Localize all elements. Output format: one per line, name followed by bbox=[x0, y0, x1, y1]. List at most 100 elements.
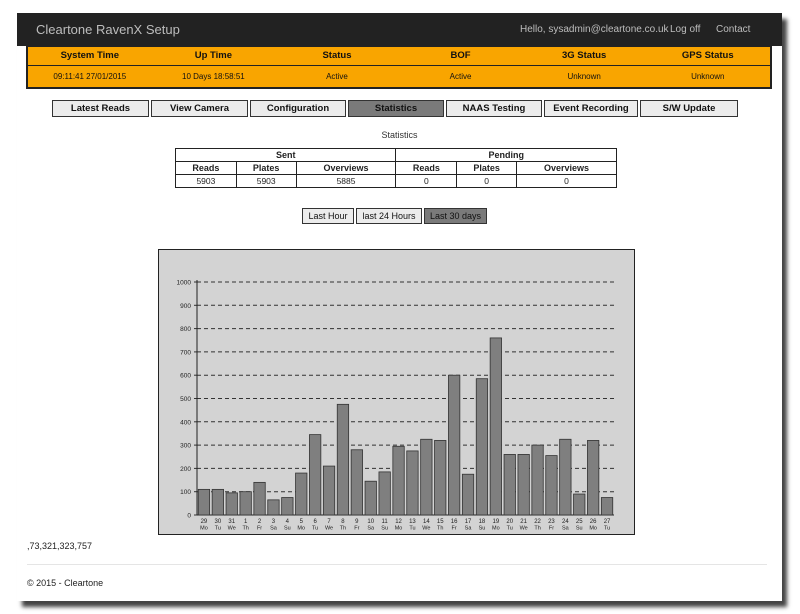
status-value-cell: Unknown bbox=[691, 72, 725, 81]
x-tick-weekday: Sa bbox=[270, 526, 278, 532]
status-value-cell: 09:11:41 27/01/2015 bbox=[53, 72, 127, 81]
x-tick-day: 18 bbox=[479, 519, 486, 525]
tab-configuration[interactable]: Configuration bbox=[250, 100, 346, 117]
y-tick-label: 800 bbox=[180, 326, 191, 333]
x-tick-weekday: Sa bbox=[465, 526, 473, 532]
x-tick-day: 24 bbox=[562, 519, 569, 525]
x-tick-day: 12 bbox=[395, 519, 402, 525]
status-header-cell: 3G Status bbox=[561, 50, 607, 61]
chart-svg: 0100200300400500600700800900100029Mo30Tu… bbox=[159, 250, 634, 534]
chart-bar bbox=[517, 454, 530, 516]
contact-link[interactable]: Contact bbox=[716, 24, 750, 35]
chart-bar bbox=[309, 434, 322, 516]
x-tick-weekday: Th bbox=[534, 526, 540, 532]
y-tick-label: 400 bbox=[180, 419, 191, 426]
copyright-text: © 2015 - Cleartone bbox=[27, 578, 104, 588]
tab-naas-testing[interactable]: NAAS Testing bbox=[446, 100, 542, 117]
reads-chart: 0 100 200 300 400 500 600 700 800 900 1000 29 Mo 30 Tu… bbox=[158, 249, 635, 535]
x-tick-weekday: Tu bbox=[409, 526, 415, 532]
chart-bar bbox=[406, 450, 419, 516]
range-button-last-30-days[interactable]: Last 30 days bbox=[424, 208, 487, 224]
chart-bar bbox=[378, 471, 391, 516]
stats-column-header: Plates bbox=[235, 161, 297, 175]
x-tick-day: 30 bbox=[215, 519, 222, 525]
stats-column-header: Reads bbox=[175, 161, 237, 175]
x-tick-weekday: We bbox=[422, 526, 430, 532]
chart-bar bbox=[322, 465, 336, 516]
chart-data-text: ,73,321,323,757 bbox=[27, 541, 93, 551]
x-tick-day: 15 bbox=[437, 519, 444, 525]
x-tick-weekday: Su bbox=[576, 526, 583, 532]
x-tick-weekday: Fr bbox=[549, 526, 554, 532]
x-tick-day: 27 bbox=[604, 519, 611, 525]
chart-bar bbox=[587, 440, 600, 516]
status-value-cell: 10 Days 18:58:51 bbox=[182, 72, 245, 81]
x-tick-day: 16 bbox=[451, 519, 458, 525]
range-button-last-24-hours[interactable]: last 24 Hours bbox=[356, 208, 422, 224]
range-button-last-hour[interactable]: Last Hour bbox=[302, 208, 354, 224]
y-tick-label: 300 bbox=[180, 443, 191, 450]
stats-value-cell: 5903 bbox=[175, 174, 237, 188]
tab-statistics[interactable]: Statistics bbox=[348, 100, 444, 117]
chart-bar bbox=[281, 497, 294, 516]
chart-bar bbox=[448, 374, 461, 516]
chart-bar bbox=[392, 445, 405, 516]
section-title: Statistics bbox=[381, 130, 418, 140]
stats-column-header: Reads bbox=[395, 161, 458, 175]
x-tick-day: 17 bbox=[465, 519, 472, 525]
status-header-row: System Time Up Time Status BOF 3G Status GPS … bbox=[28, 50, 770, 61]
chart-bar bbox=[364, 480, 377, 516]
x-tick-weekday: Th bbox=[437, 526, 443, 532]
status-header-cell: System Time bbox=[60, 50, 120, 61]
x-tick-weekday: Mo bbox=[492, 526, 500, 532]
stats-table: Sent Pending Reads Plates Overviews Reads Pl… bbox=[174, 148, 617, 188]
x-tick-day: 13 bbox=[409, 519, 416, 525]
x-tick-weekday: Tu bbox=[604, 526, 610, 532]
status-value-cell: Unknown bbox=[567, 72, 601, 81]
x-tick-day: 23 bbox=[548, 519, 555, 525]
x-tick-day: 21 bbox=[520, 519, 527, 525]
chart-bar bbox=[267, 499, 280, 516]
status-divider bbox=[28, 65, 770, 66]
x-tick-weekday: We bbox=[520, 526, 528, 532]
x-tick-weekday: Fr bbox=[354, 526, 359, 532]
x-tick-weekday: Mo bbox=[589, 526, 597, 532]
chart-bar bbox=[239, 491, 252, 516]
status-value-cell: Active bbox=[449, 72, 472, 81]
y-tick-label: 700 bbox=[180, 349, 191, 356]
status-header-cell: BOF bbox=[450, 50, 471, 61]
x-tick-weekday: Fr bbox=[452, 526, 457, 532]
x-tick-weekday: Su bbox=[381, 526, 388, 532]
stats-value-cell: 0 bbox=[395, 174, 458, 188]
x-tick-weekday: Tu bbox=[312, 526, 318, 532]
y-tick-label: 500 bbox=[180, 396, 191, 403]
sent-group-header: Sent bbox=[174, 148, 397, 162]
tab-s-w-update[interactable]: S/W Update bbox=[640, 100, 738, 117]
x-tick-day: 31 bbox=[228, 519, 235, 525]
chart-bar bbox=[434, 440, 447, 516]
x-tick-day: 22 bbox=[534, 519, 541, 525]
x-tick-weekday: Su bbox=[479, 526, 486, 532]
chart-bar bbox=[225, 492, 238, 516]
stats-column-header: Plates bbox=[456, 161, 518, 175]
y-tick-label: 600 bbox=[180, 373, 191, 380]
status-value-cell: Active bbox=[326, 72, 348, 81]
x-tick-weekday: Tu bbox=[507, 526, 513, 532]
x-tick-weekday: Tu bbox=[215, 526, 221, 532]
chart-bar bbox=[420, 438, 433, 516]
tab-view-camera[interactable]: View Camera bbox=[151, 100, 248, 117]
app-title[interactable]: Cleartone RavenX Setup bbox=[36, 22, 180, 37]
stats-value-cell: 0 bbox=[516, 174, 617, 188]
status-header-cell: Up Time bbox=[194, 50, 233, 61]
x-tick-day: 26 bbox=[590, 519, 597, 525]
tab-latest-reads[interactable]: Latest Reads bbox=[52, 100, 149, 117]
x-tick-weekday: Su bbox=[284, 526, 291, 532]
stats-column-header: Overviews bbox=[295, 161, 397, 175]
x-tick-weekday: Sa bbox=[562, 526, 570, 532]
x-tick-weekday: We bbox=[228, 526, 236, 532]
chart-bar bbox=[573, 493, 586, 516]
y-tick-label: 0 bbox=[187, 513, 191, 520]
logoff-link[interactable]: Log off bbox=[670, 24, 700, 35]
stats-value-cell: 5885 bbox=[295, 174, 397, 188]
tab-event-recording[interactable]: Event Recording bbox=[544, 100, 638, 117]
